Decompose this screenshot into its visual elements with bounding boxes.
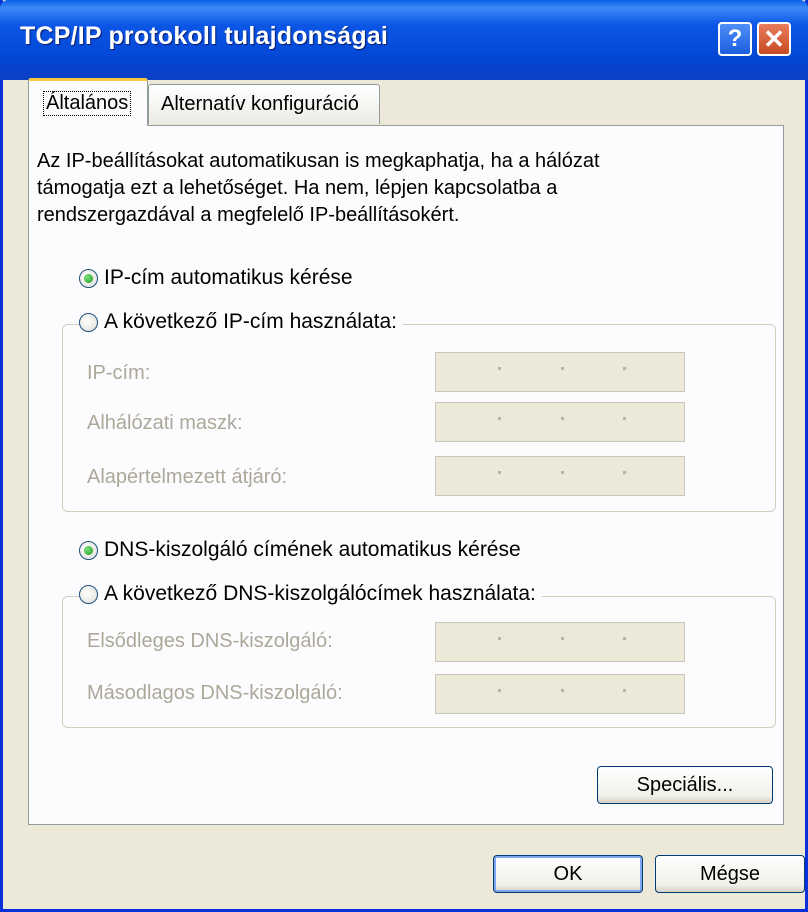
- tab-alternate-config[interactable]: Alternatív konfiguráció: [148, 84, 380, 124]
- title-bar[interactable]: TCP/IP protokoll tulajdonságai ? ✕: [0, 0, 808, 80]
- primary-dns-label: Elsődleges DNS-kiszolgáló:: [87, 630, 333, 652]
- ip-manual-radio[interactable]: A következő IP-cím használata:: [79, 310, 403, 334]
- description-line: Az IP-beállításokat automatikusan is meg…: [37, 150, 600, 172]
- help-icon: ?: [727, 25, 743, 52]
- tab-panel-general: Az IP-beállításokat automatikusan is meg…: [28, 125, 784, 825]
- default-gateway-input[interactable]: [435, 456, 685, 496]
- ip-manual-label: A következő IP-cím használata:: [104, 310, 397, 333]
- radio-checked-icon: [79, 540, 98, 560]
- secondary-dns-input[interactable]: [435, 674, 685, 714]
- dns-manual-label: A következő DNS-kiszolgálócímek használa…: [104, 582, 536, 605]
- default-gateway-label: Alapértelmezett átjáró:: [87, 466, 288, 488]
- description-line: rendszergazdával a megfelelő IP-beállítá…: [37, 204, 460, 226]
- secondary-dns-label: Másodlagos DNS-kiszolgáló:: [87, 682, 343, 704]
- radio-checked-icon: [79, 268, 98, 288]
- cancel-button[interactable]: Mégse: [655, 855, 805, 893]
- description-text: Az IP-beállításokat automatikusan is meg…: [37, 148, 677, 229]
- dns-manual-radio[interactable]: A következő DNS-kiszolgálócímek használa…: [79, 582, 542, 606]
- ip-auto-label: IP-cím automatikus kérése: [104, 266, 353, 289]
- tab-general[interactable]: Általános: [28, 78, 148, 126]
- subnet-mask-input[interactable]: [435, 402, 685, 442]
- radio-unchecked-icon: [79, 312, 98, 332]
- close-button[interactable]: ✕: [757, 22, 791, 56]
- ip-address-label: IP-cím:: [87, 362, 151, 384]
- ip-address-input[interactable]: [435, 352, 685, 392]
- ok-button[interactable]: OK: [493, 855, 643, 893]
- subnet-mask-label: Alhálózati maszk:: [87, 412, 243, 434]
- dns-auto-radio[interactable]: DNS-kiszolgáló címének automatikus kérés…: [79, 538, 527, 562]
- radio-unchecked-icon: [79, 584, 98, 604]
- description-line: támogatja ezt a lehetőséget. Ha nem, lép…: [37, 177, 558, 199]
- tab-alternate-config-label: Alternatív konfiguráció: [161, 93, 359, 115]
- ip-auto-radio[interactable]: IP-cím automatikus kérése: [79, 266, 359, 290]
- primary-dns-input[interactable]: [435, 622, 685, 662]
- advanced-button[interactable]: Speciális...: [597, 766, 773, 804]
- close-icon: ✕: [763, 23, 785, 54]
- dns-auto-label: DNS-kiszolgáló címének automatikus kérés…: [104, 538, 521, 561]
- window-title: TCP/IP protokoll tulajdonságai: [20, 22, 389, 50]
- dialog-window: TCP/IP protokoll tulajdonságai ? ✕ Által…: [0, 0, 808, 912]
- help-button[interactable]: ?: [718, 22, 752, 56]
- tab-general-label: Általános: [43, 91, 132, 116]
